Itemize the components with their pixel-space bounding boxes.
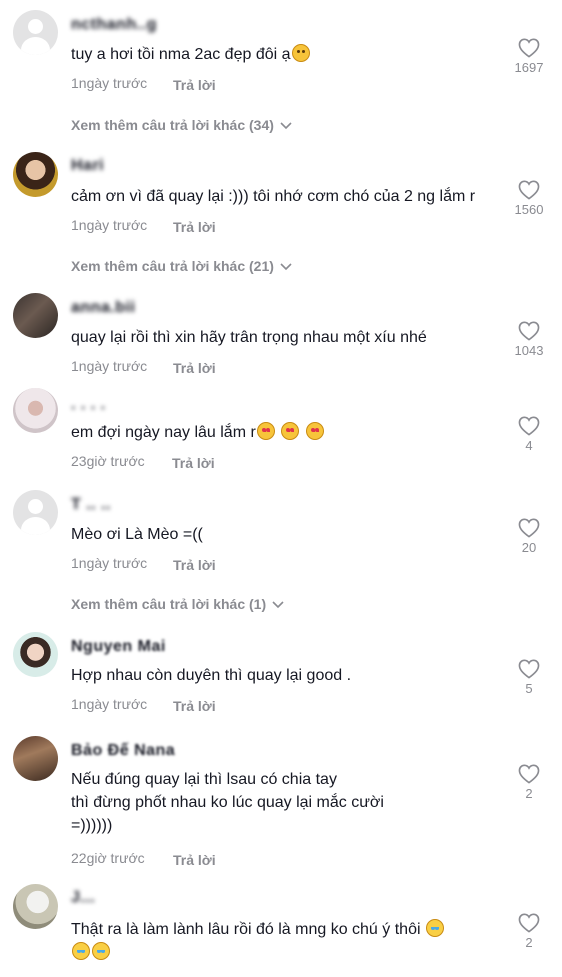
timestamp: 1ngày trước xyxy=(71,696,148,712)
heart-icon xyxy=(518,518,540,538)
chevron-down-icon xyxy=(280,122,292,130)
comment-text: Thật ra là làm lành lâu rồi đó là mng ko… xyxy=(71,918,491,964)
username[interactable]: anna.bii xyxy=(71,299,135,317)
timestamp: 1ngày trước xyxy=(71,555,148,571)
like-count: 5 xyxy=(525,681,533,696)
timestamp: 1ngày trước xyxy=(71,217,148,233)
timestamp: 1ngày trước xyxy=(71,75,148,91)
avatar[interactable] xyxy=(13,736,58,781)
chevron-down-icon xyxy=(280,263,292,271)
heart-icon xyxy=(518,659,540,679)
reply-button[interactable]: Trả lời xyxy=(173,360,216,376)
heart-icon xyxy=(518,38,540,58)
comment-text: Hợp nhau còn duyên thì quay lại good . xyxy=(71,667,352,684)
emoji-icon xyxy=(281,422,300,440)
comment-text: Mèo ơi Là Mèo =(( xyxy=(71,526,203,543)
username[interactable]: T .. .. xyxy=(71,496,111,514)
like-button[interactable]: 5 xyxy=(507,659,551,696)
comment-text: tuy a hơi tồi nma 2ac đẹp đôi ạ xyxy=(71,43,491,66)
like-button[interactable]: 1697 xyxy=(507,38,551,75)
heart-icon xyxy=(518,321,540,341)
timestamp: 23giờ trước xyxy=(71,453,145,469)
avatar[interactable] xyxy=(13,632,58,677)
emoji-icon xyxy=(92,942,110,960)
reply-button[interactable]: Trả lời xyxy=(172,455,215,471)
like-count: 1043 xyxy=(514,343,544,358)
avatar[interactable] xyxy=(13,10,58,55)
heart-icon xyxy=(518,764,540,784)
avatar[interactable] xyxy=(13,388,58,433)
emoji-icon xyxy=(291,44,310,62)
username[interactable]: Nguyen Mai xyxy=(71,638,166,656)
reply-button[interactable]: Trả lời xyxy=(173,557,216,573)
like-count: 1697 xyxy=(514,60,544,75)
view-more-replies[interactable]: Xem thêm câu trả lời khác (34) xyxy=(71,117,292,133)
comment-text-line: =)))))) xyxy=(71,817,113,834)
username[interactable]: J... xyxy=(71,889,95,907)
avatar[interactable] xyxy=(13,152,58,197)
like-button[interactable]: 1043 xyxy=(507,321,551,358)
like-button[interactable]: 2 xyxy=(507,764,551,801)
username[interactable]: . . . . xyxy=(71,396,106,414)
heart-icon xyxy=(518,180,540,200)
emoji-icon xyxy=(256,422,275,440)
view-more-replies[interactable]: Xem thêm câu trả lời khác (1) xyxy=(71,596,284,612)
reply-button[interactable]: Trả lời xyxy=(173,219,216,235)
emoji-icon xyxy=(425,919,444,937)
view-more-replies[interactable]: Xem thêm câu trả lời khác (21) xyxy=(71,258,292,274)
chevron-down-icon xyxy=(272,601,284,609)
like-button[interactable]: 20 xyxy=(507,518,551,555)
comment-text-line: thì đừng phốt nhau ko lúc quay lại mắc c… xyxy=(71,794,384,811)
reply-button[interactable]: Trả lời xyxy=(173,77,216,93)
emoji-icon xyxy=(305,422,324,440)
like-button[interactable]: 1560 xyxy=(507,180,551,217)
comment-text-line: Nếu đúng quay lại thì lsau có chia tay xyxy=(71,771,337,788)
like-count: 2 xyxy=(525,786,533,801)
avatar[interactable] xyxy=(13,293,58,338)
comment-text: quay lại rồi thì xin hãy trân trọng nhau… xyxy=(71,329,427,346)
username[interactable]: ncthanh..g xyxy=(71,16,157,34)
like-count: 1560 xyxy=(514,202,544,217)
reply-button[interactable]: Trả lời xyxy=(173,698,216,714)
reply-button[interactable]: Trả lời xyxy=(173,852,216,868)
like-count: 20 xyxy=(521,540,537,555)
timestamp: 22giờ trước xyxy=(71,850,145,866)
like-count: 4 xyxy=(525,438,533,453)
comment-text: em đợi ngày nay lâu lắm r xyxy=(71,421,491,444)
username[interactable]: Hari xyxy=(71,157,104,175)
avatar[interactable] xyxy=(13,884,58,929)
heart-icon xyxy=(518,913,540,933)
username[interactable]: Bảo Đế Nana xyxy=(71,742,175,760)
comment-text: cảm ơn vì đã quay lại :))) tôi nhớ cơm c… xyxy=(71,188,476,205)
timestamp: 1ngày trước xyxy=(71,358,148,374)
like-button[interactable]: 4 xyxy=(507,416,551,453)
emoji-icon xyxy=(72,942,90,960)
like-count: 2 xyxy=(525,935,533,950)
heart-icon xyxy=(518,416,540,436)
like-button[interactable]: 2 xyxy=(507,913,551,950)
comment-text: Nếu đúng quay lại thì lsau có chia tay t… xyxy=(71,768,491,837)
avatar[interactable] xyxy=(13,490,58,535)
